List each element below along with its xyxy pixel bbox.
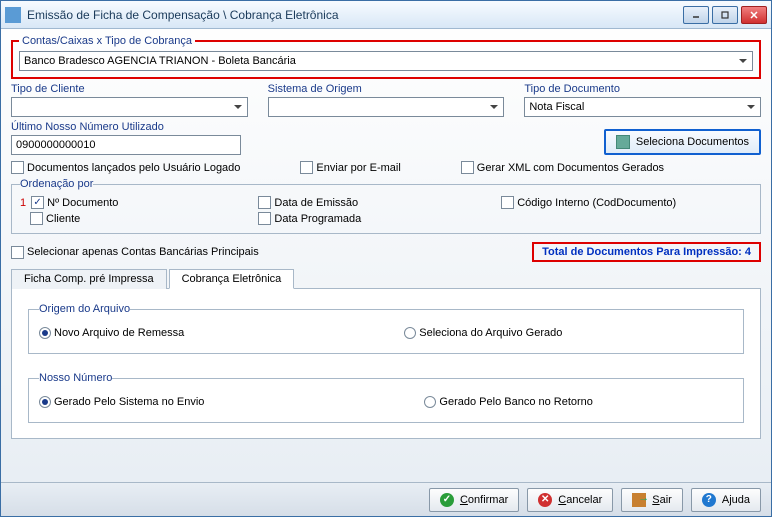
doc-usuario-label: Documentos lançados pelo Usuário Logado bbox=[27, 162, 240, 174]
tipo-cliente-combo[interactable] bbox=[11, 97, 248, 117]
ajuda-button[interactable]: ? Ajuda bbox=[691, 488, 761, 512]
exit-icon bbox=[632, 493, 646, 507]
ord-num: 1 bbox=[20, 197, 26, 209]
sistema-origem-combo[interactable] bbox=[268, 97, 505, 117]
origem-novo-radio[interactable] bbox=[39, 327, 51, 339]
tab-cobranca-eletronica[interactable]: Cobrança Eletrônica bbox=[169, 269, 295, 289]
sair-label: Sair bbox=[652, 494, 672, 506]
origem-arquivo-group: Origem do Arquivo Novo Arquivo de Remess… bbox=[28, 303, 744, 354]
total-documentos: Total de Documentos Para Impressão: 4 bbox=[532, 242, 761, 262]
origem-novo-label: Novo Arquivo de Remessa bbox=[54, 327, 184, 339]
window-title: Emissão de Ficha de Compensação \ Cobran… bbox=[27, 8, 683, 22]
ord-cliente-check[interactable] bbox=[30, 212, 43, 225]
cancelar-label: Cancelar bbox=[558, 494, 602, 506]
nosso-numero-group: Nosso Número Gerado Pelo Sistema no Envi… bbox=[28, 372, 744, 423]
origem-arquivo-legend: Origem do Arquivo bbox=[39, 303, 130, 315]
sistema-origem-label: Sistema de Origem bbox=[268, 83, 505, 95]
origem-seleciona-label: Seleciona do Arquivo Gerado bbox=[419, 327, 562, 339]
titlebar: Emissão de Ficha de Compensação \ Cobran… bbox=[1, 1, 771, 29]
ajuda-label: Ajuda bbox=[722, 494, 750, 506]
gerar-xml-label: Gerar XML com Documentos Gerados bbox=[477, 162, 664, 174]
ord-emissao-check[interactable] bbox=[258, 196, 271, 209]
ordenacao-legend: Ordenação por bbox=[20, 178, 93, 190]
doc-usuario-check[interactable] bbox=[11, 161, 24, 174]
account-legend: Contas/Caixas x Tipo de Cobrança bbox=[19, 35, 195, 47]
account-group: Contas/Caixas x Tipo de Cobrança Banco B… bbox=[11, 35, 761, 79]
confirmar-button[interactable]: ✓ Confirmar bbox=[429, 488, 519, 512]
app-icon bbox=[5, 7, 21, 23]
tipo-documento-label: Tipo de Documento bbox=[524, 83, 761, 95]
ord-programada-label: Data Programada bbox=[274, 213, 361, 225]
sair-button[interactable]: Sair bbox=[621, 488, 683, 512]
sel-contas-label: Selecionar apenas Contas Bancárias Princ… bbox=[27, 246, 259, 258]
nosso-sistema-radio[interactable] bbox=[39, 396, 51, 408]
enviar-email-label: Enviar por E-mail bbox=[316, 162, 400, 174]
window: Emissão de Ficha de Compensação \ Cobran… bbox=[0, 0, 772, 517]
nosso-sistema-row[interactable]: Gerado Pelo Sistema no Envio bbox=[39, 396, 204, 408]
maximize-button[interactable] bbox=[712, 6, 738, 24]
filter-row: Tipo de Cliente Sistema de Origem Tipo d… bbox=[11, 83, 761, 117]
ord-codinterno-label: Código Interno (CodDocumento) bbox=[517, 197, 676, 209]
gerar-xml-check[interactable] bbox=[461, 161, 474, 174]
footer: ✓ Confirmar ✕ Cancelar Sair ? Ajuda bbox=[1, 482, 771, 516]
nosso-banco-radio[interactable] bbox=[424, 396, 436, 408]
nosso-banco-label: Gerado Pelo Banco no Retorno bbox=[439, 396, 593, 408]
ord-emissao-label: Data de Emissão bbox=[274, 197, 358, 209]
tab-body: Origem do Arquivo Novo Arquivo de Remess… bbox=[11, 289, 761, 439]
sel-contas-row[interactable]: Selecionar apenas Contas Bancárias Princ… bbox=[11, 246, 259, 259]
tipo-cliente-label: Tipo de Cliente bbox=[11, 83, 248, 95]
gerar-xml-check-row[interactable]: Gerar XML com Documentos Gerados bbox=[461, 161, 664, 174]
tab-container: Ficha Comp. pré Impressa Cobrança Eletrô… bbox=[11, 266, 761, 439]
account-combo-value: Banco Bradesco AGENCIA TRIANON - Boleta … bbox=[24, 55, 296, 67]
ord-programada-check[interactable] bbox=[258, 212, 271, 225]
ord-programada-row[interactable]: Data Programada bbox=[258, 212, 361, 225]
sel-contas-check[interactable] bbox=[11, 246, 24, 259]
doc-usuario-check-row[interactable]: Documentos lançados pelo Usuário Logado bbox=[11, 161, 240, 174]
ord-codinterno-row[interactable]: Código Interno (CodDocumento) bbox=[501, 196, 676, 209]
seleciona-documentos-button[interactable]: Seleciona Documentos bbox=[604, 129, 761, 155]
origem-seleciona-row[interactable]: Seleciona do Arquivo Gerado bbox=[404, 327, 562, 339]
client-area: Contas/Caixas x Tipo de Cobrança Banco B… bbox=[1, 29, 771, 482]
tab-ficha-pre-impressa[interactable]: Ficha Comp. pré Impressa bbox=[11, 269, 167, 289]
nosso-sistema-label: Gerado Pelo Sistema no Envio bbox=[54, 396, 204, 408]
document-select-icon bbox=[616, 135, 630, 149]
ord-ndoc-row[interactable]: 1 Nº Documento bbox=[20, 196, 118, 209]
nosso-banco-row[interactable]: Gerado Pelo Banco no Retorno bbox=[424, 396, 593, 408]
seleciona-documentos-label: Seleciona Documentos bbox=[636, 136, 749, 148]
nosso-numero-legend: Nosso Número bbox=[39, 372, 112, 384]
ultimo-nosso-input[interactable]: 0900000000010 bbox=[11, 135, 241, 155]
ordenacao-group: Ordenação por 1 Nº Documento Cliente bbox=[11, 178, 761, 234]
ultimo-nosso-label: Último Nosso Número Utilizado bbox=[11, 121, 241, 133]
check-icon: ✓ bbox=[440, 493, 454, 507]
x-icon: ✕ bbox=[538, 493, 552, 507]
origem-novo-row[interactable]: Novo Arquivo de Remessa bbox=[39, 327, 184, 339]
help-icon: ? bbox=[702, 493, 716, 507]
origem-seleciona-radio[interactable] bbox=[404, 327, 416, 339]
enviar-email-check[interactable] bbox=[300, 161, 313, 174]
ord-emissao-row[interactable]: Data de Emissão bbox=[258, 196, 361, 209]
enviar-email-check-row[interactable]: Enviar por E-mail bbox=[300, 161, 400, 174]
ord-ndoc-label: Nº Documento bbox=[47, 197, 118, 209]
account-combo[interactable]: Banco Bradesco AGENCIA TRIANON - Boleta … bbox=[19, 51, 753, 71]
ord-ndoc-check[interactable] bbox=[31, 196, 44, 209]
confirmar-label: Confirmar bbox=[460, 494, 508, 506]
ord-cliente-row[interactable]: Cliente bbox=[30, 212, 118, 225]
cancelar-button[interactable]: ✕ Cancelar bbox=[527, 488, 613, 512]
close-button[interactable] bbox=[741, 6, 767, 24]
ord-cliente-label: Cliente bbox=[46, 213, 80, 225]
ord-codinterno-check[interactable] bbox=[501, 196, 514, 209]
minimize-button[interactable] bbox=[683, 6, 709, 24]
tipo-documento-combo[interactable]: Nota Fiscal bbox=[524, 97, 761, 117]
